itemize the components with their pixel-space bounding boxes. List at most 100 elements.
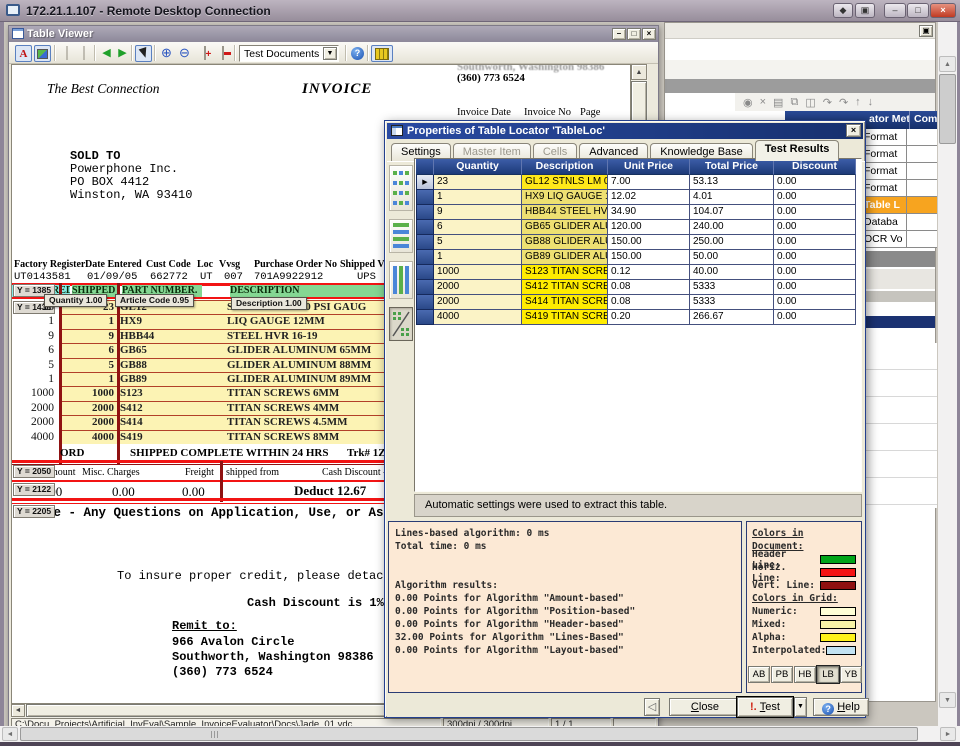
row-header[interactable] xyxy=(416,280,434,295)
row-header[interactable] xyxy=(416,250,434,265)
tv-maximize-button[interactable]: □ xyxy=(627,28,641,40)
table-row[interactable]: 1 HX9 LIQ GAUGE 12 12.02 4.01 0.00 xyxy=(416,190,856,205)
legend-swatch xyxy=(826,646,856,655)
row-header[interactable] xyxy=(416,295,434,310)
row-header[interactable]: ▶ xyxy=(416,175,434,190)
prev-result-icon[interactable]: ◁ xyxy=(644,698,660,716)
tv-minimize-button[interactable]: – xyxy=(612,28,626,40)
rw-toolbar-icon[interactable]: ▤ xyxy=(773,96,783,109)
zoom-in-icon[interactable]: ⊕ xyxy=(158,45,175,62)
test-button[interactable]: !. Test xyxy=(737,697,793,717)
table-row[interactable]: ▶ 23 GL12 STNLS LM 0 - 7.00 53.13 0.00 xyxy=(416,175,856,190)
prev-page-icon[interactable] xyxy=(58,45,75,62)
rw-toolbar-icon[interactable]: ↷ xyxy=(823,96,832,109)
help-icon[interactable]: ? xyxy=(349,45,366,62)
next-page-icon[interactable] xyxy=(75,45,92,62)
row-header[interactable] xyxy=(416,190,434,205)
rdp-close-button[interactable]: × xyxy=(930,3,956,18)
table-row[interactable]: 1000 S123 TITAN SCRE 0.12 40.00 0.00 xyxy=(416,265,856,280)
session-scroll-down-icon[interactable]: ▼ xyxy=(939,692,956,708)
list-item[interactable]: Format xyxy=(862,129,937,146)
row-header[interactable] xyxy=(416,220,434,235)
test-dropdown-icon[interactable]: ▼ xyxy=(794,697,807,717)
session-scroll-up-icon[interactable]: ▲ xyxy=(939,56,956,72)
session-scroll-thumb[interactable] xyxy=(939,74,956,144)
rw-restore-button[interactable]: ▣ xyxy=(919,25,933,37)
tab[interactable]: Test Results xyxy=(755,140,840,161)
rdp-maximize-button[interactable]: □ xyxy=(907,3,929,18)
fit-page-icon[interactable]: + xyxy=(196,45,213,62)
col-discount[interactable]: Discount xyxy=(774,159,856,175)
scroll-thumb[interactable] xyxy=(631,81,647,123)
col-total-price[interactable]: Total Price xyxy=(690,159,774,175)
row-header[interactable] xyxy=(416,265,434,280)
log-line xyxy=(395,566,741,579)
col-quantity[interactable]: Quantity xyxy=(434,159,522,175)
session-scroll-right-icon[interactable]: ► xyxy=(940,727,956,741)
table-row[interactable]: 2000 S412 TITAN SCRE 0.08 5333 0.00 xyxy=(416,280,856,295)
nav-back-icon[interactable]: ◀ xyxy=(98,45,115,62)
scroll-up-icon[interactable]: ▲ xyxy=(631,64,647,80)
rw-toolbar-icon[interactable]: ↷ xyxy=(839,96,848,109)
cell-quantity: 5 xyxy=(434,235,522,250)
session-vertical-scrollbar[interactable]: ▲ ▼ xyxy=(938,22,957,726)
help-button[interactable]: ? Help xyxy=(813,698,869,716)
list-item[interactable]: Format xyxy=(862,180,937,197)
tv-close-button[interactable]: × xyxy=(642,28,656,40)
zoom-out-icon[interactable]: ⊖ xyxy=(176,45,193,62)
table-row[interactable]: 9 HBB44 STEEL HVR 34.90 104.07 0.00 xyxy=(416,205,856,220)
list-item[interactable]: OCR Vo xyxy=(862,231,937,248)
table-row[interactable]: 5 GB88 GLIDER ALU 150.00 250.00 0.00 xyxy=(416,235,856,250)
scroll-left-icon[interactable]: ◄ xyxy=(11,704,25,717)
table-row[interactable]: 6 GB65 GLIDER ALU 120.00 240.00 0.00 xyxy=(416,220,856,235)
view-interpolation-icon[interactable] xyxy=(389,307,413,341)
list-item[interactable]: Databa xyxy=(862,214,937,231)
algo-toggle-button[interactable]: YB xyxy=(840,666,862,683)
columns-icon[interactable] xyxy=(371,45,393,62)
view-rows-icon[interactable] xyxy=(389,219,413,253)
annotations-icon[interactable]: A xyxy=(15,45,32,62)
combobox-dropdown-icon[interactable]: ▼ xyxy=(323,47,337,60)
shipped-qty: 2000 xyxy=(60,402,114,414)
rw-toolbar-icon[interactable]: ⧉ xyxy=(790,96,798,109)
pointer-tool-icon[interactable] xyxy=(135,45,152,62)
col-unit-price[interactable]: Unit Price xyxy=(608,159,690,175)
row-header[interactable] xyxy=(416,235,434,250)
session-scroll-left-icon[interactable]: ◄ xyxy=(2,727,18,741)
view-cells-icon[interactable] xyxy=(389,165,413,211)
image-view-icon[interactable] xyxy=(34,45,51,62)
list-item[interactable]: Format xyxy=(862,163,937,180)
session-hscroll-thumb[interactable] xyxy=(20,727,918,741)
rw-toolbar-icon[interactable]: ↑ xyxy=(855,96,861,108)
close-button[interactable]: Close xyxy=(669,698,741,716)
document-set-combobox[interactable]: Test Documents ▼ xyxy=(239,45,339,62)
fit-width-icon[interactable] xyxy=(214,45,231,62)
table-row[interactable]: 1 GB89 GLIDER ALU 150.00 50.00 0.00 xyxy=(416,250,856,265)
algo-toggle-button[interactable]: AB xyxy=(748,666,770,683)
nav-forward-icon[interactable]: ▶ xyxy=(114,45,131,62)
rw-toolbar-icon[interactable]: ◉ xyxy=(743,96,753,109)
rdp-titlebar[interactable]: 172.21.1.107 - Remote Desktop Connection… xyxy=(0,0,960,22)
session-horizontal-scrollbar[interactable]: ◄ ► xyxy=(0,726,960,742)
rdp-minimize-button[interactable]: – xyxy=(884,3,906,18)
algo-toggle-button[interactable]: HB xyxy=(794,666,816,683)
list-item[interactable]: Table L xyxy=(862,197,937,214)
row-header[interactable] xyxy=(416,205,434,220)
dialog-close-icon[interactable]: × xyxy=(846,124,861,137)
table-row[interactable]: 4000 S419 TITAN SCRE 0.20 266.67 0.00 xyxy=(416,310,856,325)
col-description[interactable]: Description xyxy=(522,159,608,175)
table-viewer-titlebar[interactable]: Table Viewer – □ × xyxy=(9,26,658,42)
view-columns-icon[interactable] xyxy=(389,261,413,299)
table-row[interactable]: 2000 S414 TITAN SCRE 0.08 5333 0.00 xyxy=(416,295,856,310)
cell-discount: 0.00 xyxy=(774,295,856,310)
row-header[interactable] xyxy=(416,310,434,325)
dialog-titlebar[interactable]: Properties of Table Locator 'TableLoc' × xyxy=(387,123,863,139)
algo-toggle-button[interactable]: LB xyxy=(817,666,839,683)
rw-toolbar-icon[interactable]: ↓ xyxy=(868,96,874,108)
rw-toolbar-icon[interactable]: ◫ xyxy=(805,96,815,109)
rdp-pin-button[interactable]: ◆ xyxy=(833,3,853,18)
algo-toggle-button[interactable]: PB xyxy=(771,666,793,683)
rdp-restore-down-button[interactable]: ▣ xyxy=(855,3,875,18)
rw-toolbar-icon[interactable]: × xyxy=(760,96,766,108)
list-item[interactable]: Format xyxy=(862,146,937,163)
